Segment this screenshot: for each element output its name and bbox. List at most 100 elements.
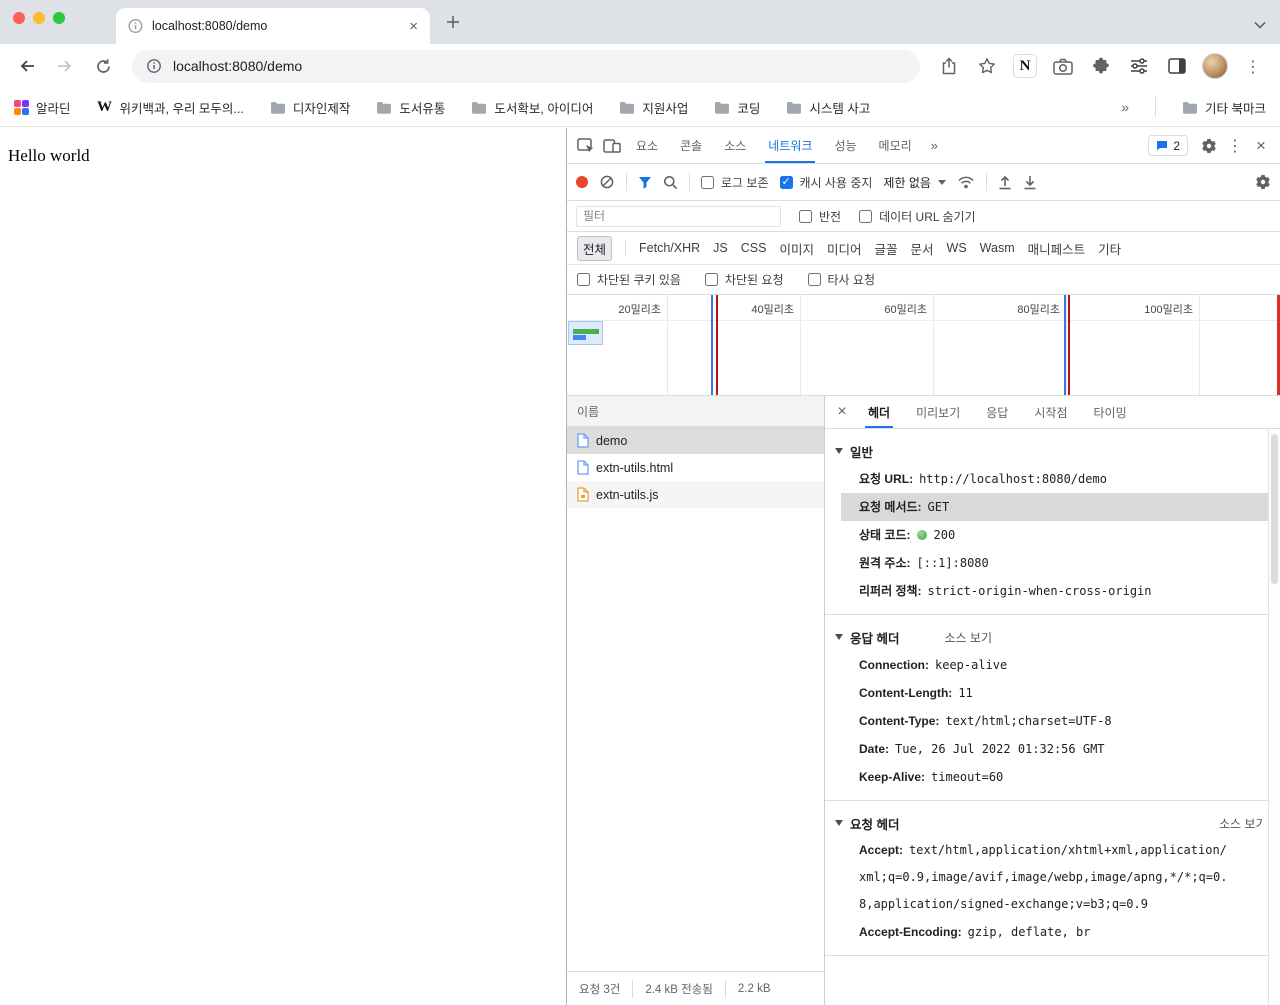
request-row[interactable]: demo bbox=[567, 427, 824, 454]
side-panel-icon[interactable] bbox=[1160, 49, 1194, 83]
close-window-button[interactable] bbox=[13, 12, 25, 24]
filter-chip-other[interactable]: 기타 bbox=[1098, 239, 1121, 258]
tab-close-icon[interactable]: × bbox=[409, 19, 418, 34]
tab-memory[interactable]: 메모리 bbox=[868, 128, 923, 163]
detail-tab-initiator[interactable]: 시작점 bbox=[1021, 396, 1080, 428]
detail-tab-response[interactable]: 응답 bbox=[973, 396, 1021, 428]
export-har-icon[interactable] bbox=[1023, 175, 1037, 190]
address-bar-url[interactable]: localhost:8080/demo bbox=[173, 58, 302, 74]
filter-chip-doc[interactable]: 문서 bbox=[911, 239, 934, 258]
tab-search-chevron-icon[interactable] bbox=[1254, 17, 1266, 32]
filter-funnel-icon[interactable] bbox=[638, 176, 652, 189]
bookmark-folder[interactable]: 시스템 사고 bbox=[786, 98, 870, 117]
import-har-icon[interactable] bbox=[998, 175, 1012, 190]
address-bar[interactable]: localhost:8080/demo bbox=[132, 49, 920, 83]
record-network-log-button[interactable] bbox=[576, 176, 588, 188]
equalizer-extension-icon[interactable] bbox=[1122, 49, 1156, 83]
filter-chip-css[interactable]: CSS bbox=[741, 241, 767, 255]
device-toolbar-icon[interactable] bbox=[599, 134, 625, 158]
clear-network-log-icon[interactable] bbox=[599, 174, 615, 190]
filter-chip-fetch-xhr[interactable]: Fetch/XHR bbox=[639, 241, 700, 255]
checkbox-unchecked-icon[interactable] bbox=[807, 273, 821, 286]
request-list-name-header[interactable]: 이름 bbox=[567, 396, 824, 427]
response-headers-header[interactable]: 응답 헤더 소스 보기 bbox=[825, 623, 1268, 651]
tab-console[interactable]: 콘솔 bbox=[669, 128, 713, 163]
share-icon[interactable] bbox=[932, 49, 966, 83]
hide-data-urls-checkbox[interactable]: 데이터 URL 숨기기 bbox=[859, 208, 976, 225]
filter-chip-all[interactable]: 전체 bbox=[577, 235, 613, 261]
inspect-element-icon[interactable] bbox=[573, 134, 599, 158]
other-bookmarks-folder[interactable]: 기타 북마크 bbox=[1182, 98, 1266, 117]
extensions-puzzle-icon[interactable] bbox=[1084, 49, 1118, 83]
scrollbar-thumb[interactable] bbox=[1271, 434, 1278, 584]
general-section-header[interactable]: 일반 bbox=[825, 437, 1268, 465]
browser-tab[interactable]: localhost:8080/demo × bbox=[116, 8, 430, 44]
filter-chip-wasm[interactable]: Wasm bbox=[980, 241, 1015, 255]
tab-network[interactable]: 네트워크 bbox=[757, 128, 823, 163]
tab-sources[interactable]: 소스 bbox=[713, 128, 757, 163]
checkbox-unchecked-icon[interactable] bbox=[799, 209, 812, 223]
network-overview-waterfall[interactable]: 20밀리초 40밀리초 60밀리초 80밀리초 100밀리초 bbox=[567, 295, 1280, 396]
site-info-icon[interactable] bbox=[146, 58, 162, 74]
forward-button[interactable] bbox=[48, 49, 82, 83]
detail-scrollbar[interactable] bbox=[1268, 429, 1280, 1005]
minimize-window-button[interactable] bbox=[33, 12, 45, 24]
invert-filter-checkbox[interactable]: 반전 bbox=[799, 208, 841, 225]
request-row[interactable]: extn-utils.js bbox=[567, 481, 824, 508]
camera-extension-icon[interactable] bbox=[1046, 49, 1080, 83]
bookmark-folder[interactable]: 지원사업 bbox=[619, 98, 688, 117]
checkbox-unchecked-icon[interactable] bbox=[701, 175, 714, 189]
checkbox-unchecked-icon[interactable] bbox=[704, 273, 718, 286]
filter-input[interactable] bbox=[576, 205, 781, 227]
request-headers-header[interactable]: 요청 헤더 소스 보기 bbox=[825, 809, 1268, 837]
tab-elements[interactable]: 요소 bbox=[625, 128, 669, 163]
checkbox-unchecked-icon[interactable] bbox=[859, 209, 873, 223]
bookmark-item[interactable]: W 위키백과, 우리 모두의... bbox=[97, 98, 244, 117]
overview-selection[interactable] bbox=[568, 321, 603, 345]
bookmark-folder[interactable]: 코딩 bbox=[714, 98, 760, 117]
close-detail-icon[interactable]: × bbox=[829, 396, 855, 428]
detail-tab-timing[interactable]: 타이밍 bbox=[1080, 396, 1139, 428]
filter-chip-media[interactable]: 미디어 bbox=[827, 239, 862, 258]
filter-chip-js[interactable]: JS bbox=[713, 241, 728, 255]
filter-chip-manifest[interactable]: 매니페스트 bbox=[1028, 239, 1086, 258]
profile-avatar[interactable] bbox=[1198, 49, 1232, 83]
network-conditions-icon[interactable] bbox=[957, 175, 975, 189]
filter-chip-img[interactable]: 이미지 bbox=[779, 239, 814, 258]
filter-chip-font[interactable]: 글꼴 bbox=[874, 239, 897, 258]
bookmark-folder[interactable]: 디자인제작 bbox=[270, 98, 350, 117]
detail-tab-preview[interactable]: 미리보기 bbox=[903, 396, 973, 428]
request-row[interactable]: extn-utils.html bbox=[567, 454, 824, 481]
zoom-window-button[interactable] bbox=[53, 12, 65, 24]
checkbox-unchecked-icon[interactable] bbox=[577, 273, 590, 286]
bookmark-item[interactable]: 알라딘 bbox=[14, 98, 71, 117]
reload-button[interactable] bbox=[86, 49, 120, 83]
devtools-settings-gear-icon[interactable] bbox=[1196, 134, 1222, 158]
bookmark-folder[interactable]: 도서유통 bbox=[376, 98, 445, 117]
checkbox-checked-icon[interactable] bbox=[779, 175, 793, 189]
view-source-link[interactable]: 소스 보기 bbox=[944, 629, 992, 646]
devtools-close-icon[interactable]: × bbox=[1248, 134, 1274, 158]
view-source-link[interactable]: 소스 보기 bbox=[1219, 815, 1264, 832]
blocked-requests-checkbox[interactable]: 차단된 요청 bbox=[704, 271, 784, 288]
console-messages-badge[interactable]: 2 bbox=[1148, 135, 1188, 156]
new-tab-button[interactable] bbox=[446, 15, 460, 32]
back-button[interactable] bbox=[10, 49, 44, 83]
filter-chip-ws[interactable]: WS bbox=[947, 241, 967, 255]
tab-performance[interactable]: 성능 bbox=[823, 128, 867, 163]
bookmark-star-icon[interactable] bbox=[970, 49, 1004, 83]
detail-tab-headers[interactable]: 헤더 bbox=[855, 396, 903, 428]
more-panels-chevron[interactable]: » bbox=[923, 138, 946, 153]
preserve-log-checkbox[interactable]: 로그 보존 bbox=[701, 174, 769, 191]
browser-menu-kebab-icon[interactable]: ⋮ bbox=[1236, 49, 1270, 83]
bookmark-folder[interactable]: 도서확보, 아이디어 bbox=[471, 98, 593, 117]
devtools-menu-kebab-icon[interactable]: ⋮ bbox=[1222, 134, 1248, 158]
disable-cache-checkbox[interactable]: 캐시 사용 중지 bbox=[779, 174, 872, 191]
search-icon[interactable] bbox=[663, 175, 678, 190]
throttling-dropdown[interactable]: 제한 없음 bbox=[883, 174, 946, 191]
bookmarks-overflow-chevron[interactable]: » bbox=[1121, 99, 1129, 115]
blocked-cookies-checkbox[interactable]: 차단된 쿠키 있음 bbox=[577, 271, 681, 288]
network-settings-gear-icon[interactable] bbox=[1255, 174, 1271, 190]
third-party-requests-checkbox[interactable]: 타사 요청 bbox=[807, 271, 875, 288]
notion-extension-icon[interactable]: N bbox=[1008, 49, 1042, 83]
